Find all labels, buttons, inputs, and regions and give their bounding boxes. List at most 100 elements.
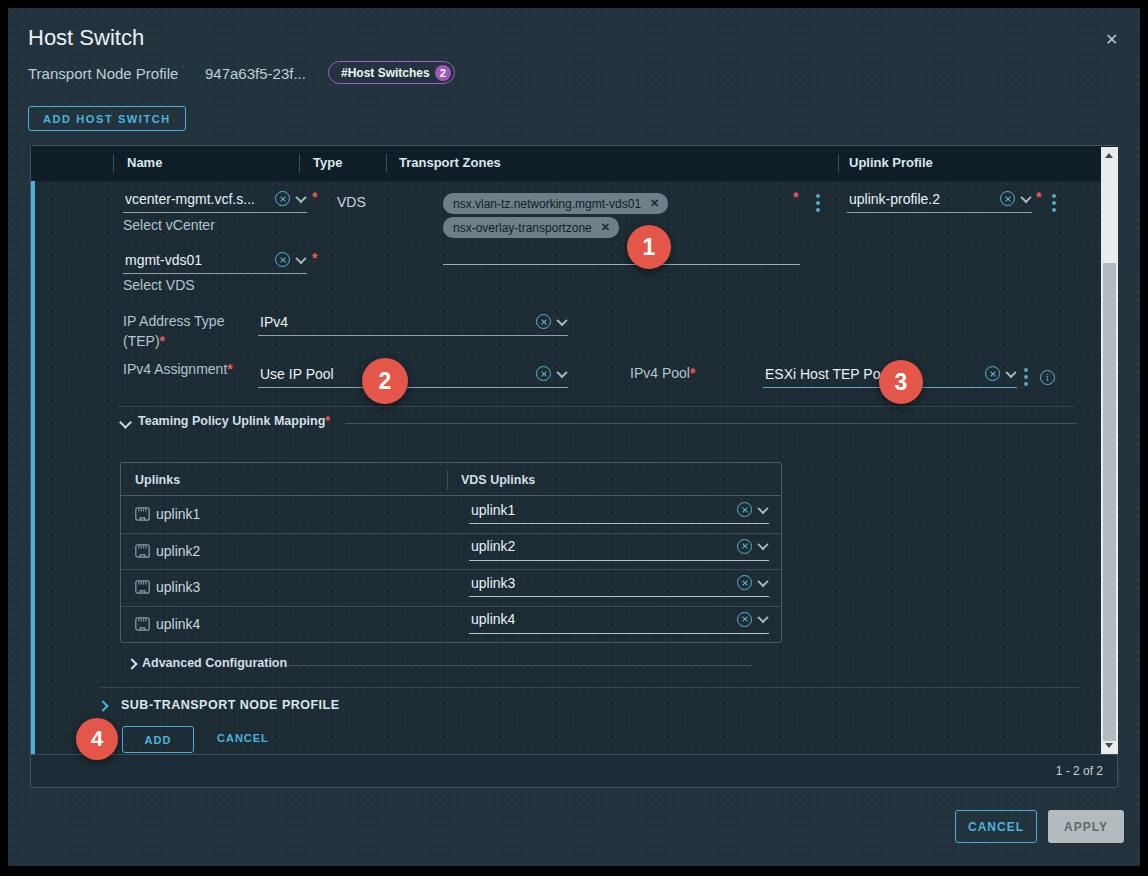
cancel-button[interactable]: CANCEL (955, 810, 1037, 843)
add-button[interactable]: ADD (122, 726, 194, 753)
uplink-mapping-row: uplink4 uplink4 (121, 606, 781, 642)
required-asterisk: * (793, 189, 798, 205)
remove-tag-icon[interactable] (650, 197, 659, 210)
required-asterisk: * (1036, 189, 1041, 205)
port-icon (135, 507, 150, 525)
vds-uplink-select[interactable]: uplink2 (469, 537, 769, 561)
chevron-down-icon[interactable] (757, 502, 768, 513)
uplink-mapping-row: uplink3 uplink3 (121, 569, 781, 605)
kebab-menu-icon[interactable] (1024, 368, 1028, 386)
port-icon (135, 617, 150, 635)
vds-uplink-select[interactable]: uplink4 (469, 610, 769, 634)
column-header-name: Name (127, 155, 162, 170)
pagination-bar: 1 - 2 of 2 (31, 754, 1117, 787)
vcenter-select-value: vcenter-mgmt.vcf.s... (125, 191, 268, 207)
vds-uplink-value: uplink1 (471, 502, 730, 518)
title-rule (345, 423, 1077, 424)
kebab-menu-icon[interactable] (1052, 194, 1056, 212)
tag-label: nsx-overlay-transportzone (453, 221, 592, 235)
dialog-title: Host Switch (28, 25, 144, 51)
title-rule (287, 665, 752, 666)
cancel-link[interactable]: CANCEL (217, 732, 269, 744)
ipv4-assignment-label: IPv4 Assignment* (123, 361, 233, 377)
vds-uplink-value: uplink3 (471, 575, 730, 591)
pill-label: #Host Switches (341, 66, 430, 80)
info-icon[interactable] (1040, 370, 1055, 385)
clear-icon[interactable] (536, 366, 551, 381)
scrollbar[interactable] (1101, 147, 1118, 754)
chevron-down-icon[interactable] (295, 191, 306, 202)
type-value: VDS (337, 194, 366, 210)
add-host-switch-button[interactable]: ADD HOST SWITCH (28, 106, 186, 131)
required-asterisk: * (312, 250, 317, 266)
callout-1: 1 (627, 225, 671, 269)
clear-icon[interactable] (737, 539, 752, 554)
vds-helper: Select VDS (123, 277, 195, 293)
uplink-mapping-row: uplink1 uplink1 (121, 496, 781, 532)
vds-uplink-value: uplink2 (471, 538, 730, 554)
section-divider (100, 687, 1080, 688)
scroll-down-arrow[interactable] (1101, 738, 1118, 754)
ipv4-assignment-select[interactable]: Use IP Pool (258, 364, 568, 388)
scrollbar-thumb[interactable] (1103, 263, 1116, 741)
chevron-down-icon[interactable] (295, 252, 306, 263)
uplink-name: uplink4 (156, 616, 200, 632)
apply-button[interactable]: APPLY (1048, 810, 1124, 843)
transport-zone-tag: nsx-overlay-transportzone (443, 217, 619, 238)
vds-uplink-select[interactable]: uplink3 (469, 573, 769, 597)
chevron-down-icon[interactable] (556, 366, 567, 377)
scroll-up-arrow[interactable] (1101, 147, 1118, 163)
ipv4-pool-label: IPv4 Pool* (630, 365, 695, 381)
profile-id: 947a63f5-23f... (205, 65, 306, 82)
clear-icon[interactable] (737, 502, 752, 517)
pill-count-badge: 2 (435, 65, 451, 81)
clear-icon[interactable] (737, 575, 752, 590)
ip-address-type-label: IP Address Type (123, 313, 224, 329)
sub-transport-node-profile-title[interactable]: SUB-TRANSPORT NODE PROFILE (121, 698, 340, 712)
chevron-down-icon[interactable] (556, 314, 567, 325)
callout-2: 2 (362, 358, 408, 404)
vcenter-helper: Select vCenter (123, 217, 215, 233)
pagination-text: 1 - 2 of 2 (1056, 764, 1103, 778)
ip-address-type-select[interactable]: IPv4 (258, 312, 568, 336)
clear-icon[interactable] (1000, 191, 1015, 206)
kebab-menu-icon[interactable] (816, 194, 820, 212)
column-header-transport-zones: Transport Zones (399, 155, 501, 170)
table-header: Name Type Transport Zones Uplink Profile (31, 146, 1117, 181)
advanced-config-title[interactable]: Advanced Configuration (142, 656, 287, 670)
vds-select-value: mgmt-vds01 (125, 252, 268, 268)
callout-4: 4 (76, 718, 118, 760)
chevron-down-icon[interactable] (1020, 191, 1031, 202)
clear-icon[interactable] (985, 366, 1000, 381)
vds-uplink-select[interactable]: uplink1 (469, 500, 769, 524)
transport-zone-tag: nsx.vlan-tz.networking.mgmt-vds01 (443, 193, 668, 214)
clear-icon[interactable] (275, 252, 290, 267)
uplink-name: uplink1 (156, 506, 200, 522)
column-header-type: Type (313, 155, 342, 170)
port-icon (135, 580, 150, 598)
close-icon[interactable]: ✕ (1105, 30, 1118, 49)
required-asterisk: * (312, 189, 317, 205)
uplink-table-header: Uplinks VDS Uplinks (121, 463, 781, 496)
column-separator (838, 154, 839, 173)
port-icon (135, 544, 150, 562)
ip-address-type-label2: (TEP)* (123, 333, 165, 349)
vds-select[interactable]: mgmt-vds01 (123, 250, 307, 274)
column-header-uplinks: Uplinks (135, 473, 180, 487)
uplink-name: uplink2 (156, 543, 200, 559)
chevron-down-icon[interactable] (757, 539, 768, 550)
uplink-mapping-table: Uplinks VDS Uplinks uplink1 uplink1 (120, 462, 782, 643)
teaming-section-title[interactable]: Teaming Policy Uplink Mapping* (138, 414, 330, 428)
uplink-profile-select[interactable]: uplink-profile.2 (847, 189, 1032, 213)
ip-address-type-value: IPv4 (260, 314, 529, 330)
transport-zones-underline (443, 240, 800, 265)
remove-tag-icon[interactable] (601, 221, 610, 234)
chevron-down-icon[interactable] (1005, 366, 1016, 377)
clear-icon[interactable] (737, 612, 752, 627)
chevron-down-icon[interactable] (757, 612, 768, 623)
vcenter-select[interactable]: vcenter-mgmt.vcf.s... (123, 189, 307, 213)
chevron-down-icon[interactable] (757, 575, 768, 586)
column-separator (299, 154, 300, 173)
clear-icon[interactable] (275, 191, 290, 206)
clear-icon[interactable] (536, 314, 551, 329)
